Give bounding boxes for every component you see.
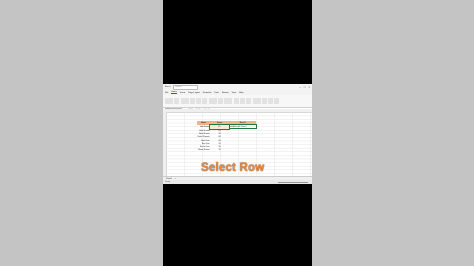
tab-view[interactable]: View (232, 92, 236, 94)
search-box[interactable]: Search (173, 84, 199, 90)
zoom-slider[interactable] (278, 181, 308, 183)
tab-insert[interactable]: Insert (180, 92, 185, 94)
tab-review[interactable]: Review (222, 92, 229, 94)
sum-icon[interactable] (261, 98, 267, 104)
tab-page-layout[interactable]: Page Layout (188, 92, 200, 94)
video-caption: Select Row (201, 162, 265, 174)
left-letterbox (0, 0, 163, 266)
tab-data[interactable]: Data (214, 92, 218, 94)
sort-filter-icon[interactable] (268, 98, 274, 104)
data-table: Name Score Result Anil Kumar 45 =IF(B3>=… (197, 121, 257, 152)
ribbon-toolbar (163, 95, 312, 108)
underline-icon[interactable] (202, 98, 208, 104)
status-text: Ready (165, 181, 171, 183)
close-icon[interactable]: × (308, 86, 310, 89)
bold-icon[interactable] (189, 98, 195, 104)
conditional-format-icon[interactable] (233, 98, 239, 104)
cell-score[interactable]: 70 (210, 149, 229, 152)
cut-icon[interactable] (174, 98, 180, 104)
cell-result[interactable] (229, 149, 256, 152)
maximize-icon[interactable]: □ (304, 86, 306, 89)
number-format-selector[interactable] (224, 98, 233, 104)
minimize-icon[interactable]: – (299, 86, 300, 89)
tab-help[interactable]: Help (239, 92, 243, 94)
video-frame: Excel Search – □ × File Home Insert Page… (163, 0, 312, 266)
right-letterbox (312, 0, 474, 266)
table-format-icon[interactable] (239, 98, 245, 104)
status-bar: Ready (163, 180, 312, 184)
cell-name[interactable]: Manoj Kumar (197, 149, 210, 152)
find-icon[interactable] (274, 98, 280, 104)
tab-formulas[interactable]: Formulas (203, 92, 212, 94)
wrap-text-icon[interactable] (218, 98, 224, 104)
tab-file[interactable]: File (165, 92, 168, 94)
font-selector[interactable] (180, 98, 189, 104)
insert-cells-icon[interactable] (252, 98, 261, 104)
app-title: Excel (165, 86, 171, 88)
tab-home[interactable]: Home (171, 91, 177, 94)
paste-icon[interactable] (165, 98, 173, 104)
window-controls: – □ × (299, 86, 310, 89)
table-row[interactable]: Manoj Kumar 70 (197, 149, 256, 152)
cell-styles-icon[interactable] (246, 98, 252, 104)
align-icon[interactable] (208, 98, 217, 104)
italic-icon[interactable] (196, 98, 202, 104)
